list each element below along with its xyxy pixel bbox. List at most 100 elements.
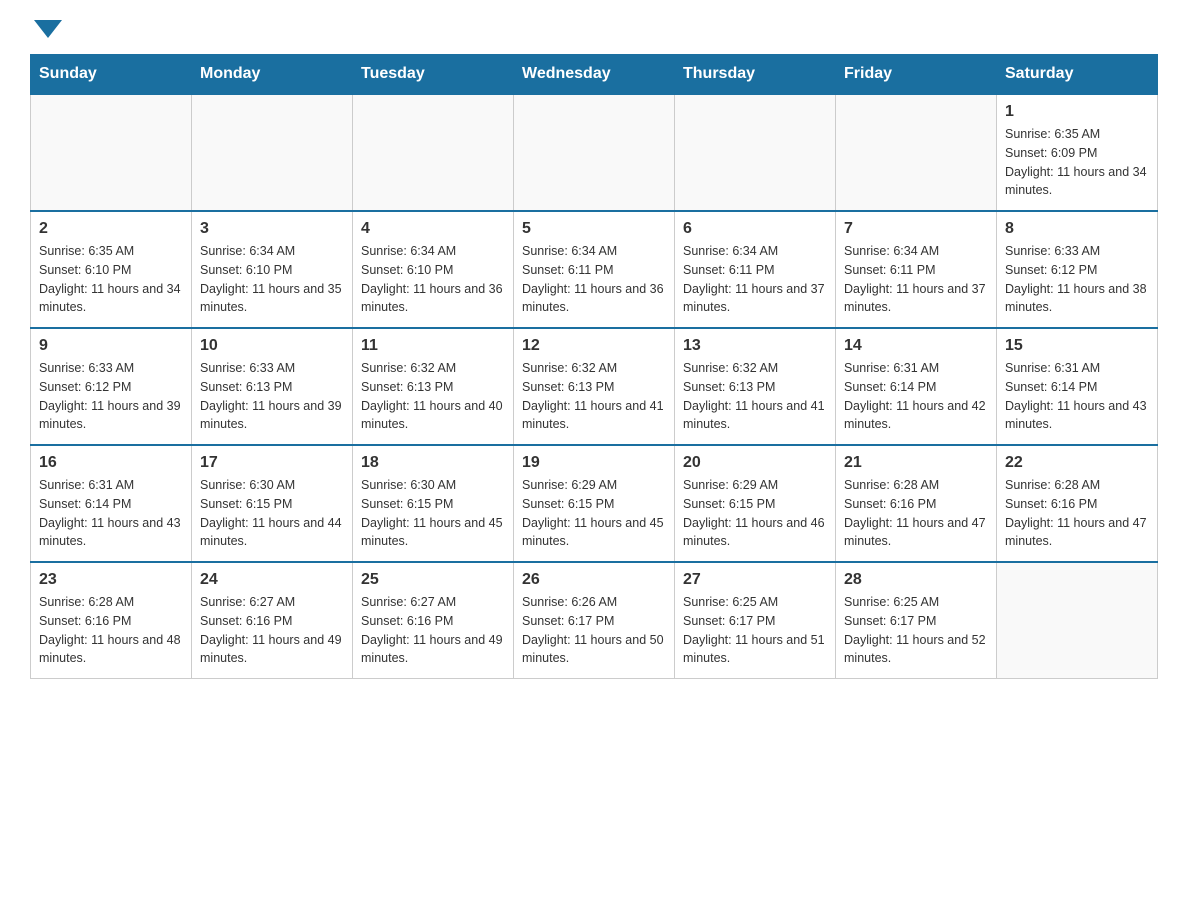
calendar-cell: 3 Sunrise: 6:34 AMSunset: 6:10 PMDaylight…	[192, 211, 353, 328]
day-number: 13	[683, 337, 827, 355]
calendar-cell: 4Sunrise: 6:34 AMSunset: 6:10 PMDaylight…	[353, 211, 514, 328]
day-header-saturday: Saturday	[997, 55, 1158, 95]
week-row-3: 9 Sunrise: 6:33 AMSunset: 6:12 PMDaylight…	[31, 328, 1158, 445]
day-number: 6	[683, 220, 827, 238]
day-info: Sunrise: 6:31 AMSunset: 6:14 PMDaylight:…	[39, 476, 183, 551]
day-header-wednesday: Wednesday	[514, 55, 675, 95]
day-info: Sunrise: 6:32 AMSunset: 6:13 PMDaylight:…	[361, 359, 505, 434]
day-info: Sunrise: 6:34 AMSunset: 6:11 PMDaylight:…	[522, 242, 666, 317]
day-info: Sunrise: 6:33 AMSunset: 6:12 PMDaylight:…	[1005, 242, 1149, 317]
day-number: 16	[39, 454, 183, 472]
day-number: 15	[1005, 337, 1149, 355]
calendar-cell	[675, 94, 836, 211]
day-info: Sunrise: 6:30 AMSunset: 6:15 PMDaylight:…	[361, 476, 505, 551]
calendar-cell: 10 Sunrise: 6:33 AMSunset: 6:13 PMDayligh…	[192, 328, 353, 445]
calendar-cell	[353, 94, 514, 211]
day-info: Sunrise: 6:26 AMSunset: 6:17 PMDaylight:…	[522, 593, 666, 668]
calendar-cell: 26 Sunrise: 6:26 AMSunset: 6:17 PMDayligh…	[514, 562, 675, 679]
day-number: 10	[200, 337, 344, 355]
day-header-tuesday: Tuesday	[353, 55, 514, 95]
day-info: Sunrise: 6:34 AMSunset: 6:11 PMDaylight:…	[683, 242, 827, 317]
day-info: Sunrise: 6:28 AMSunset: 6:16 PMDaylight:…	[39, 593, 183, 668]
day-number: 22	[1005, 454, 1149, 472]
calendar-cell: 11Sunrise: 6:32 AMSunset: 6:13 PMDayligh…	[353, 328, 514, 445]
calendar-cell: 27 Sunrise: 6:25 AMSunset: 6:17 PMDayligh…	[675, 562, 836, 679]
day-info: Sunrise: 6:32 AMSunset: 6:13 PMDaylight:…	[683, 359, 827, 434]
calendar-cell: 21 Sunrise: 6:28 AMSunset: 6:16 PMDayligh…	[836, 445, 997, 562]
day-info: Sunrise: 6:31 AMSunset: 6:14 PMDaylight:…	[1005, 359, 1149, 434]
calendar-cell: 13 Sunrise: 6:32 AMSunset: 6:13 PMDayligh…	[675, 328, 836, 445]
calendar-cell: 7 Sunrise: 6:34 AMSunset: 6:11 PMDaylight…	[836, 211, 997, 328]
calendar-cell: 15 Sunrise: 6:31 AMSunset: 6:14 PMDayligh…	[997, 328, 1158, 445]
calendar-cell: 5 Sunrise: 6:34 AMSunset: 6:11 PMDaylight…	[514, 211, 675, 328]
day-number: 14	[844, 337, 988, 355]
day-number: 23	[39, 571, 183, 589]
calendar-cell	[192, 94, 353, 211]
week-row-2: 2 Sunrise: 6:35 AMSunset: 6:10 PMDaylight…	[31, 211, 1158, 328]
week-row-5: 23 Sunrise: 6:28 AMSunset: 6:16 PMDayligh…	[31, 562, 1158, 679]
day-header-monday: Monday	[192, 55, 353, 95]
day-number: 20	[683, 454, 827, 472]
day-number: 7	[844, 220, 988, 238]
logo-arrow-icon	[34, 20, 62, 38]
week-row-1: 1 Sunrise: 6:35 AMSunset: 6:09 PMDaylight…	[31, 94, 1158, 211]
day-number: 9	[39, 337, 183, 355]
day-info: Sunrise: 6:29 AMSunset: 6:15 PMDaylight:…	[522, 476, 666, 551]
page-header	[30, 20, 1158, 34]
calendar-cell: 24Sunrise: 6:27 AMSunset: 6:16 PMDayligh…	[192, 562, 353, 679]
day-info: Sunrise: 6:30 AMSunset: 6:15 PMDaylight:…	[200, 476, 344, 551]
day-number: 17	[200, 454, 344, 472]
calendar-cell: 1 Sunrise: 6:35 AMSunset: 6:09 PMDaylight…	[997, 94, 1158, 211]
day-header-thursday: Thursday	[675, 55, 836, 95]
day-info: Sunrise: 6:32 AMSunset: 6:13 PMDaylight:…	[522, 359, 666, 434]
calendar-cell: 9 Sunrise: 6:33 AMSunset: 6:12 PMDaylight…	[31, 328, 192, 445]
day-info: Sunrise: 6:28 AMSunset: 6:16 PMDaylight:…	[844, 476, 988, 551]
calendar-cell: 25Sunrise: 6:27 AMSunset: 6:16 PMDayligh…	[353, 562, 514, 679]
calendar-cell	[31, 94, 192, 211]
days-of-week-row: SundayMondayTuesdayWednesdayThursdayFrid…	[31, 55, 1158, 95]
day-number: 2	[39, 220, 183, 238]
calendar-cell: 14Sunrise: 6:31 AMSunset: 6:14 PMDayligh…	[836, 328, 997, 445]
day-number: 18	[361, 454, 505, 472]
day-info: Sunrise: 6:35 AMSunset: 6:09 PMDaylight:…	[1005, 125, 1149, 200]
calendar-cell: 19Sunrise: 6:29 AMSunset: 6:15 PMDayligh…	[514, 445, 675, 562]
day-number: 27	[683, 571, 827, 589]
calendar-cell: 17 Sunrise: 6:30 AMSunset: 6:15 PMDayligh…	[192, 445, 353, 562]
day-info: Sunrise: 6:29 AMSunset: 6:15 PMDaylight:…	[683, 476, 827, 551]
calendar-cell: 23 Sunrise: 6:28 AMSunset: 6:16 PMDayligh…	[31, 562, 192, 679]
day-info: Sunrise: 6:25 AMSunset: 6:17 PMDaylight:…	[683, 593, 827, 668]
day-header-friday: Friday	[836, 55, 997, 95]
day-info: Sunrise: 6:28 AMSunset: 6:16 PMDaylight:…	[1005, 476, 1149, 551]
calendar-cell	[514, 94, 675, 211]
day-number: 26	[522, 571, 666, 589]
day-info: Sunrise: 6:25 AMSunset: 6:17 PMDaylight:…	[844, 593, 988, 668]
day-info: Sunrise: 6:34 AMSunset: 6:10 PMDaylight:…	[200, 242, 344, 317]
day-number: 8	[1005, 220, 1149, 238]
day-info: Sunrise: 6:33 AMSunset: 6:12 PMDaylight:…	[39, 359, 183, 434]
calendar-cell	[997, 562, 1158, 679]
day-info: Sunrise: 6:34 AMSunset: 6:11 PMDaylight:…	[844, 242, 988, 317]
day-header-sunday: Sunday	[31, 55, 192, 95]
day-number: 28	[844, 571, 988, 589]
logo	[30, 20, 62, 34]
calendar-cell: 12Sunrise: 6:32 AMSunset: 6:13 PMDayligh…	[514, 328, 675, 445]
calendar-cell: 20 Sunrise: 6:29 AMSunset: 6:15 PMDayligh…	[675, 445, 836, 562]
day-number: 25	[361, 571, 505, 589]
calendar-table: SundayMondayTuesdayWednesdayThursdayFrid…	[30, 54, 1158, 679]
calendar-header: SundayMondayTuesdayWednesdayThursdayFrid…	[31, 55, 1158, 95]
day-info: Sunrise: 6:35 AMSunset: 6:10 PMDaylight:…	[39, 242, 183, 317]
day-number: 3	[200, 220, 344, 238]
day-info: Sunrise: 6:33 AMSunset: 6:13 PMDaylight:…	[200, 359, 344, 434]
calendar-cell: 2 Sunrise: 6:35 AMSunset: 6:10 PMDaylight…	[31, 211, 192, 328]
calendar-cell: 28 Sunrise: 6:25 AMSunset: 6:17 PMDayligh…	[836, 562, 997, 679]
calendar-cell: 6 Sunrise: 6:34 AMSunset: 6:11 PMDaylight…	[675, 211, 836, 328]
day-number: 5	[522, 220, 666, 238]
logo-general-text	[30, 20, 62, 38]
day-number: 4	[361, 220, 505, 238]
calendar-cell: 18 Sunrise: 6:30 AMSunset: 6:15 PMDayligh…	[353, 445, 514, 562]
day-number: 1	[1005, 103, 1149, 121]
week-row-4: 16 Sunrise: 6:31 AMSunset: 6:14 PMDayligh…	[31, 445, 1158, 562]
day-number: 21	[844, 454, 988, 472]
day-info: Sunrise: 6:27 AMSunset: 6:16 PMDaylight:…	[200, 593, 344, 668]
calendar-cell	[836, 94, 997, 211]
